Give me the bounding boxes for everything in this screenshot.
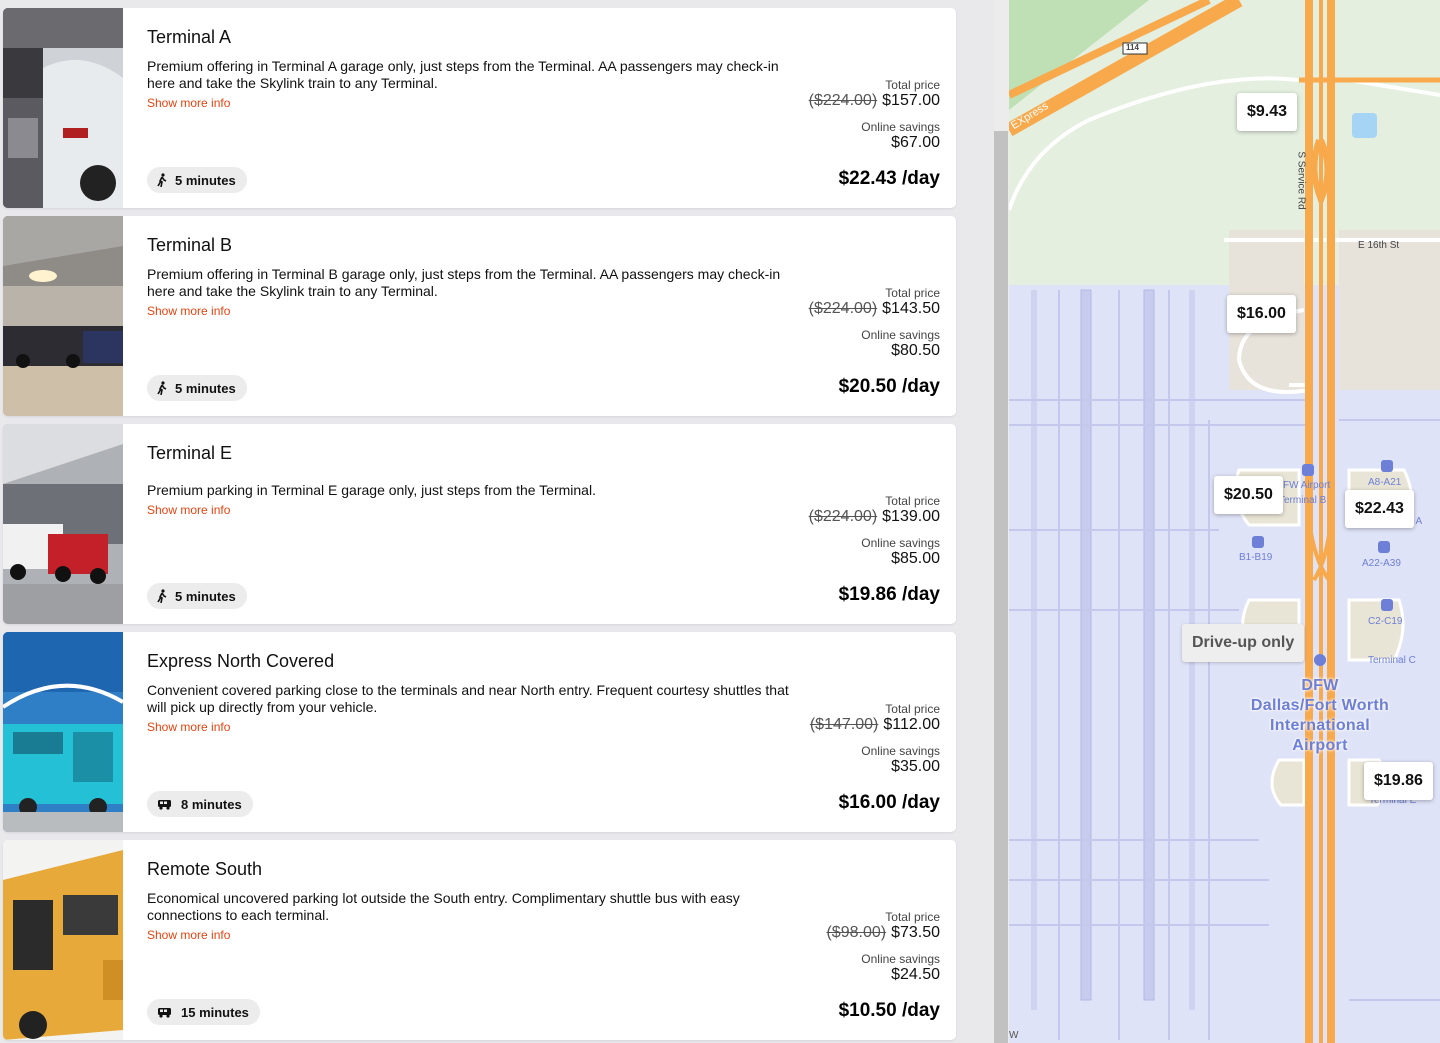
gate-a22-a39-label: A22-A39 [1362,558,1401,569]
total-price-label: Total price [885,78,940,92]
total-price: $112.00 [883,716,940,733]
lot-photo [3,216,123,416]
total-price-label: Total price [885,910,940,924]
lot-description: Premium offering in Terminal B garage on… [147,266,797,320]
show-more-link[interactable]: Show more info [147,927,797,944]
daily-rate: $19.86 /day [838,584,940,605]
online-savings-label: Online savings [861,952,940,966]
daily-rate: $16.00 /day [838,792,940,813]
transit-time-badge: 5 minutes [147,375,247,401]
shuttle-icon [158,1008,171,1018]
show-more-link[interactable]: Show more info [147,502,797,519]
map-price-pin[interactable]: $16.00 [1227,295,1296,333]
transit-time-badge: 5 minutes [147,583,247,609]
total-price-label: Total price [885,494,940,508]
terminal-icon [1381,460,1393,472]
online-savings: $35.00 [891,758,940,775]
list-scrollbar-thumb[interactable] [994,131,1008,1043]
total-price-label: Total price [885,702,940,716]
airport-icon [1314,654,1326,666]
original-price: ($98.00) [826,924,887,941]
lot-name: Terminal B [147,235,233,255]
daily-rate: $10.50 /day [838,1000,940,1021]
terminal-c-label: Terminal C [1368,655,1416,666]
total-price: $139.00 [882,508,940,525]
lot-description: Premium parking in Terminal E garage onl… [147,482,797,519]
service-road-label: S Service Rd [1295,151,1307,210]
online-savings-label: Online savings [861,120,940,134]
lot-photo [3,8,123,208]
total-price: $143.50 [882,300,940,317]
original-price: ($224.00) [808,92,878,109]
terminal-icon [1252,536,1264,548]
total-price-label: Total price [885,286,940,300]
gate-b1-b19-label: B1-B19 [1239,552,1273,563]
lot-photo [3,632,123,832]
shuttle-icon [158,800,171,810]
show-more-link[interactable]: Show more info [147,303,797,320]
online-savings: $67.00 [891,134,940,151]
street-label: E 16th St [1358,240,1400,251]
terminal-icon [1381,599,1393,611]
original-price: ($224.00) [808,508,878,525]
total-price: $73.50 [891,924,940,941]
gate-c2-c19-label: C2-C19 [1368,616,1403,627]
terminal-b-label: Terminal B [1279,495,1327,506]
online-savings-label: Online savings [861,536,940,550]
fw-airport-label: FW Airport [1283,480,1331,491]
lot-description: Premium offering in Terminal A garage on… [147,58,797,112]
show-more-link[interactable]: Show more info [147,719,797,736]
online-savings-label: Online savings [861,328,940,342]
price-block: Total price ($98.00) $73.50 Online saving… [826,910,940,984]
map-price-pin[interactable]: $22.43 [1345,490,1414,528]
lot-description: Economical uncovered parking lot outside… [147,890,797,944]
original-price: ($147.00) [809,716,879,733]
price-block: Total price ($224.00) $143.50 Online savi… [809,286,940,360]
terminal-icon [1378,541,1390,553]
walking-icon [157,381,167,395]
lot-photo [3,424,123,624]
terminal-icon [1302,464,1314,476]
daily-rate: $22.43 /day [838,168,940,189]
lot-name: Remote South [147,859,263,879]
online-savings: $24.50 [891,966,940,983]
walking-icon [157,589,167,603]
map-panel[interactable]: 114 EXpress S Service Rd E 16th St FW Ai… [1009,0,1440,1043]
drive-up-only-pin[interactable]: Drive-up only [1182,624,1305,662]
walking-icon [157,173,167,187]
price-block: Total price ($147.00) $112.00 Online savi… [810,702,940,776]
airport-name-label: DFW Dallas/Fort Worth International Airp… [1250,677,1390,754]
parking-card-remote-south[interactable]: Remote South Economical uncovered parkin… [3,840,956,1040]
lot-name: Terminal E [147,443,233,463]
price-block: Total price ($224.00) $157.00 Online savi… [809,78,940,152]
price-block: Total price ($224.00) $139.00 Online savi… [809,494,940,568]
lot-name: Terminal A [147,27,232,47]
lot-description: Convenient covered parking close to the … [147,682,797,736]
gate-a8-a21-label: A8-A21 [1368,477,1402,488]
online-savings: $85.00 [891,550,940,567]
parking-card-express-north-covered[interactable]: Express North Covered Convenient covered… [3,632,956,832]
parking-list: Terminal A Premium offering in Terminal … [0,0,994,1043]
map-edge-label: W [1009,1030,1019,1041]
daily-rate: $20.50 /day [838,376,940,397]
original-price: ($224.00) [808,300,878,317]
transit-time-badge: 15 minutes [147,999,260,1025]
parking-card-terminal-b[interactable]: Terminal B Premium offering in Terminal … [3,216,956,416]
map-price-pin[interactable]: $19.86 [1364,762,1433,800]
online-savings-label: Online savings [861,744,940,758]
parking-results-page: Terminal A Premium offering in Terminal … [0,0,1440,1043]
transit-time-badge: 8 minutes [147,791,253,817]
online-savings: $80.50 [891,342,940,359]
lot-photo [3,840,123,1040]
total-price: $157.00 [882,92,940,109]
lot-name: Express North Covered [147,651,335,671]
highway-shield-label: 114 [1126,43,1139,52]
map-price-pin[interactable]: $9.43 [1237,93,1298,131]
map-price-pin[interactable]: $20.50 [1214,476,1283,514]
parking-card-terminal-a[interactable]: Terminal A Premium offering in Terminal … [3,8,956,208]
show-more-link[interactable]: Show more info [147,95,797,112]
parking-card-terminal-e[interactable]: Terminal E Premium parking in Terminal E… [3,424,956,624]
transit-time-badge: 5 minutes [147,167,247,193]
